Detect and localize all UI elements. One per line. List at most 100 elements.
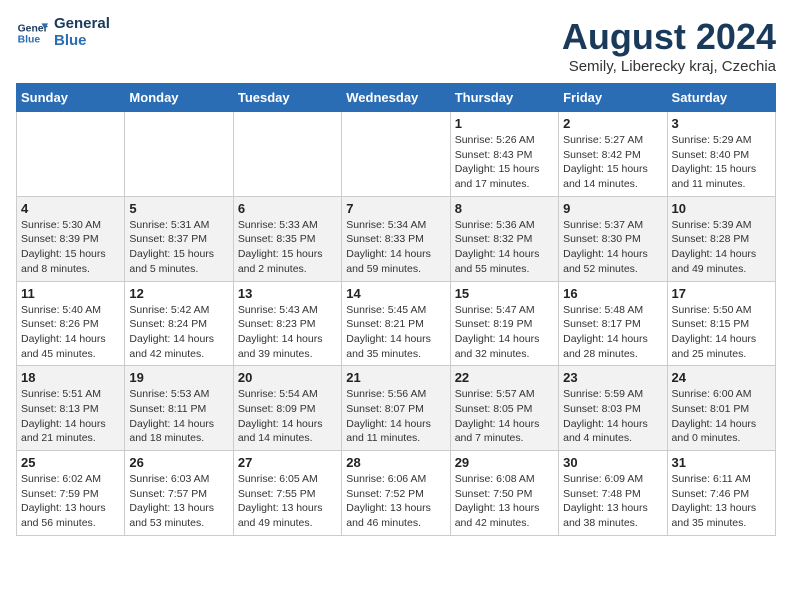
day-number: 14	[346, 286, 445, 301]
day-info: Sunrise: 5:34 AMSunset: 8:33 PMDaylight:…	[346, 218, 445, 277]
day-info: Sunrise: 5:45 AMSunset: 8:21 PMDaylight:…	[346, 303, 445, 362]
header: General Blue General Blue August 2024 Se…	[16, 16, 776, 75]
day-number: 18	[21, 370, 120, 385]
day-info: Sunrise: 6:05 AMSunset: 7:55 PMDaylight:…	[238, 472, 337, 531]
day-info: Sunrise: 5:59 AMSunset: 8:03 PMDaylight:…	[563, 387, 662, 446]
day-number: 28	[346, 455, 445, 470]
day-number: 13	[238, 286, 337, 301]
day-number: 8	[455, 201, 554, 216]
day-info: Sunrise: 5:54 AMSunset: 8:09 PMDaylight:…	[238, 387, 337, 446]
day-number: 20	[238, 370, 337, 385]
logo-general: General	[54, 16, 110, 33]
day-info: Sunrise: 5:27 AMSunset: 8:42 PMDaylight:…	[563, 133, 662, 192]
day-number: 31	[672, 455, 771, 470]
calendar-cell: 23Sunrise: 5:59 AMSunset: 8:03 PMDayligh…	[559, 366, 667, 451]
calendar-cell	[342, 112, 450, 197]
calendar-cell: 2 Sunrise: 5:27 AMSunset: 8:42 PMDaylight…	[559, 112, 667, 197]
day-info: Sunrise: 5:42 AMSunset: 8:24 PMDaylight:…	[129, 303, 228, 362]
title-area: August 2024 Semily, Liberecky kraj, Czec…	[562, 16, 776, 75]
calendar-cell: 17 Sunrise: 5:50 AMSunset: 8:15 PMDayligh…	[667, 281, 775, 366]
week-row-2: 11 Sunrise: 5:40 AMSunset: 8:26 PMDayligh…	[17, 281, 776, 366]
weekday-header-thursday: Thursday	[450, 84, 558, 112]
day-number: 11	[21, 286, 120, 301]
calendar-cell: 13 Sunrise: 5:43 AMSunset: 8:23 PMDayligh…	[233, 281, 341, 366]
day-info: Sunrise: 5:51 AMSunset: 8:13 PMDaylight:…	[21, 387, 120, 446]
weekday-header-saturday: Saturday	[667, 84, 775, 112]
day-info: Sunrise: 5:57 AMSunset: 8:05 PMDaylight:…	[455, 387, 554, 446]
day-number: 25	[21, 455, 120, 470]
week-row-4: 25Sunrise: 6:02 AMSunset: 7:59 PMDayligh…	[17, 451, 776, 536]
day-number: 12	[129, 286, 228, 301]
day-info: Sunrise: 6:11 AMSunset: 7:46 PMDaylight:…	[672, 472, 771, 531]
calendar-cell	[125, 112, 233, 197]
weekday-header-monday: Monday	[125, 84, 233, 112]
logo-blue: Blue	[54, 33, 110, 50]
day-info: Sunrise: 5:37 AMSunset: 8:30 PMDaylight:…	[563, 218, 662, 277]
day-info: Sunrise: 5:29 AMSunset: 8:40 PMDaylight:…	[672, 133, 771, 192]
calendar-cell	[233, 112, 341, 197]
day-number: 27	[238, 455, 337, 470]
day-info: Sunrise: 5:30 AMSunset: 8:39 PMDaylight:…	[21, 218, 120, 277]
day-number: 6	[238, 201, 337, 216]
weekday-header-sunday: Sunday	[17, 84, 125, 112]
day-info: Sunrise: 5:50 AMSunset: 8:15 PMDaylight:…	[672, 303, 771, 362]
calendar-cell: 22 Sunrise: 5:57 AMSunset: 8:05 PMDayligh…	[450, 366, 558, 451]
calendar-cell: 16 Sunrise: 5:48 AMSunset: 8:17 PMDayligh…	[559, 281, 667, 366]
day-number: 1	[455, 116, 554, 131]
calendar-cell: 5Sunrise: 5:31 AMSunset: 8:37 PMDaylight…	[125, 196, 233, 281]
day-info: Sunrise: 5:26 AMSunset: 8:43 PMDaylight:…	[455, 133, 554, 192]
calendar-cell: 8 Sunrise: 5:36 AMSunset: 8:32 PMDaylight…	[450, 196, 558, 281]
calendar-cell: 27 Sunrise: 6:05 AMSunset: 7:55 PMDayligh…	[233, 451, 341, 536]
day-number: 3	[672, 116, 771, 131]
calendar-cell: 12 Sunrise: 5:42 AMSunset: 8:24 PMDayligh…	[125, 281, 233, 366]
day-number: 21	[346, 370, 445, 385]
calendar-cell: 14 Sunrise: 5:45 AMSunset: 8:21 PMDayligh…	[342, 281, 450, 366]
calendar-table: SundayMondayTuesdayWednesdayThursdayFrid…	[16, 83, 776, 536]
day-number: 15	[455, 286, 554, 301]
day-info: Sunrise: 5:43 AMSunset: 8:23 PMDaylight:…	[238, 303, 337, 362]
day-info: Sunrise: 5:31 AMSunset: 8:37 PMDaylight:…	[129, 218, 228, 277]
logo-icon: General Blue	[16, 17, 48, 49]
calendar-cell: 28Sunrise: 6:06 AMSunset: 7:52 PMDayligh…	[342, 451, 450, 536]
week-row-0: 1 Sunrise: 5:26 AMSunset: 8:43 PMDaylight…	[17, 112, 776, 197]
day-number: 9	[563, 201, 662, 216]
weekday-header-wednesday: Wednesday	[342, 84, 450, 112]
day-number: 19	[129, 370, 228, 385]
month-title: August 2024	[562, 16, 776, 58]
calendar-cell: 18 Sunrise: 5:51 AMSunset: 8:13 PMDayligh…	[17, 366, 125, 451]
calendar-cell	[17, 112, 125, 197]
calendar-cell: 7Sunrise: 5:34 AMSunset: 8:33 PMDaylight…	[342, 196, 450, 281]
calendar-cell: 30Sunrise: 6:09 AMSunset: 7:48 PMDayligh…	[559, 451, 667, 536]
calendar-cell: 25Sunrise: 6:02 AMSunset: 7:59 PMDayligh…	[17, 451, 125, 536]
day-number: 16	[563, 286, 662, 301]
day-info: Sunrise: 5:36 AMSunset: 8:32 PMDaylight:…	[455, 218, 554, 277]
weekday-header-tuesday: Tuesday	[233, 84, 341, 112]
calendar-cell: 24Sunrise: 6:00 AMSunset: 8:01 PMDayligh…	[667, 366, 775, 451]
day-info: Sunrise: 5:33 AMSunset: 8:35 PMDaylight:…	[238, 218, 337, 277]
calendar-cell: 15Sunrise: 5:47 AMSunset: 8:19 PMDayligh…	[450, 281, 558, 366]
day-number: 29	[455, 455, 554, 470]
calendar-cell: 21Sunrise: 5:56 AMSunset: 8:07 PMDayligh…	[342, 366, 450, 451]
calendar-cell: 20 Sunrise: 5:54 AMSunset: 8:09 PMDayligh…	[233, 366, 341, 451]
day-info: Sunrise: 5:48 AMSunset: 8:17 PMDaylight:…	[563, 303, 662, 362]
day-number: 26	[129, 455, 228, 470]
calendar-cell: 19 Sunrise: 5:53 AMSunset: 8:11 PMDayligh…	[125, 366, 233, 451]
calendar-cell: 4Sunrise: 5:30 AMSunset: 8:39 PMDaylight…	[17, 196, 125, 281]
day-number: 22	[455, 370, 554, 385]
calendar-cell: 1 Sunrise: 5:26 AMSunset: 8:43 PMDaylight…	[450, 112, 558, 197]
weekday-header-friday: Friday	[559, 84, 667, 112]
calendar-cell: 11 Sunrise: 5:40 AMSunset: 8:26 PMDayligh…	[17, 281, 125, 366]
day-info: Sunrise: 6:08 AMSunset: 7:50 PMDaylight:…	[455, 472, 554, 531]
day-info: Sunrise: 5:53 AMSunset: 8:11 PMDaylight:…	[129, 387, 228, 446]
day-info: Sunrise: 6:00 AMSunset: 8:01 PMDaylight:…	[672, 387, 771, 446]
svg-text:Blue: Blue	[18, 34, 41, 45]
day-info: Sunrise: 5:40 AMSunset: 8:26 PMDaylight:…	[21, 303, 120, 362]
calendar-cell: 29 Sunrise: 6:08 AMSunset: 7:50 PMDayligh…	[450, 451, 558, 536]
weekday-header-row: SundayMondayTuesdayWednesdayThursdayFrid…	[17, 84, 776, 112]
day-number: 17	[672, 286, 771, 301]
calendar-cell: 6 Sunrise: 5:33 AMSunset: 8:35 PMDaylight…	[233, 196, 341, 281]
day-number: 2	[563, 116, 662, 131]
logo: General Blue General Blue	[16, 16, 110, 49]
calendar-cell: 3 Sunrise: 5:29 AMSunset: 8:40 PMDaylight…	[667, 112, 775, 197]
week-row-1: 4Sunrise: 5:30 AMSunset: 8:39 PMDaylight…	[17, 196, 776, 281]
